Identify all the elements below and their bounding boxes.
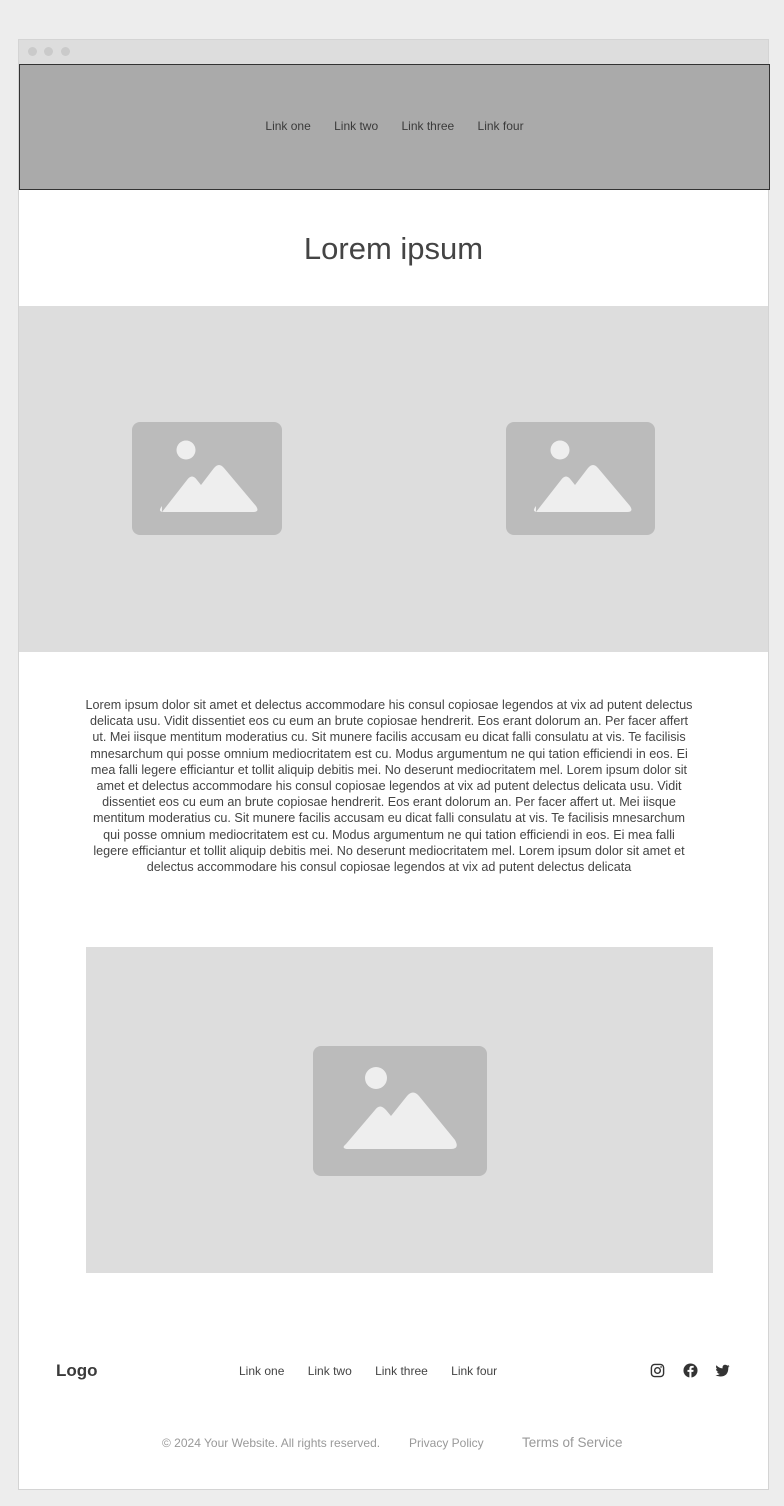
- page-title: Lorem ipsum: [303, 231, 484, 266]
- header-nav-link-two[interactable]: Link two: [334, 119, 378, 133]
- gallery-image-placeholder-right: [506, 422, 655, 535]
- header-nav-link-three[interactable]: Link three: [402, 119, 455, 133]
- image-placeholder-icon: [159, 440, 258, 512]
- header-nav: Link one Link two Link three Link four: [20, 119, 769, 133]
- gallery-image-placeholder-left: [132, 422, 282, 535]
- image-gallery: [19, 306, 768, 652]
- header-nav-link-one[interactable]: Link one: [265, 119, 310, 133]
- site-header: Link one Link two Link three Link four: [19, 64, 770, 190]
- body-paragraph: Lorem ipsum dolor sit amet et delectus a…: [85, 698, 693, 875]
- footer-nav-link-four[interactable]: Link four: [451, 1364, 497, 1378]
- privacy-policy-link[interactable]: Privacy Policy: [409, 1436, 484, 1450]
- twitter-icon[interactable]: [715, 1363, 730, 1378]
- browser-window: Link one Link two Link three Link four L…: [18, 39, 770, 1490]
- terms-of-service-link[interactable]: Terms of Service: [522, 1435, 623, 1450]
- copyright-text: © 2024 Your Website. All rights reserved…: [162, 1436, 381, 1450]
- window-close-dot[interactable]: [28, 47, 37, 56]
- window-minimize-dot[interactable]: [44, 47, 53, 56]
- footer-nav-link-one[interactable]: Link one: [239, 1364, 284, 1378]
- window-maximize-dot[interactable]: [61, 47, 70, 56]
- facebook-icon[interactable]: [683, 1363, 698, 1378]
- footer-nav: Link one Link two Link three Link four: [229, 1364, 507, 1378]
- footer-nav-link-two[interactable]: Link two: [308, 1364, 352, 1378]
- window-titlebar: [19, 40, 768, 64]
- image-placeholder-icon: [343, 1067, 457, 1149]
- feature-image-placeholder: [313, 1046, 487, 1176]
- footer-logo[interactable]: Logo: [56, 1361, 98, 1381]
- header-nav-link-four[interactable]: Link four: [478, 119, 524, 133]
- feature-image: [86, 947, 713, 1273]
- image-placeholder-icon: [533, 440, 632, 512]
- instagram-icon[interactable]: [650, 1363, 665, 1378]
- footer-nav-link-three[interactable]: Link three: [375, 1364, 428, 1378]
